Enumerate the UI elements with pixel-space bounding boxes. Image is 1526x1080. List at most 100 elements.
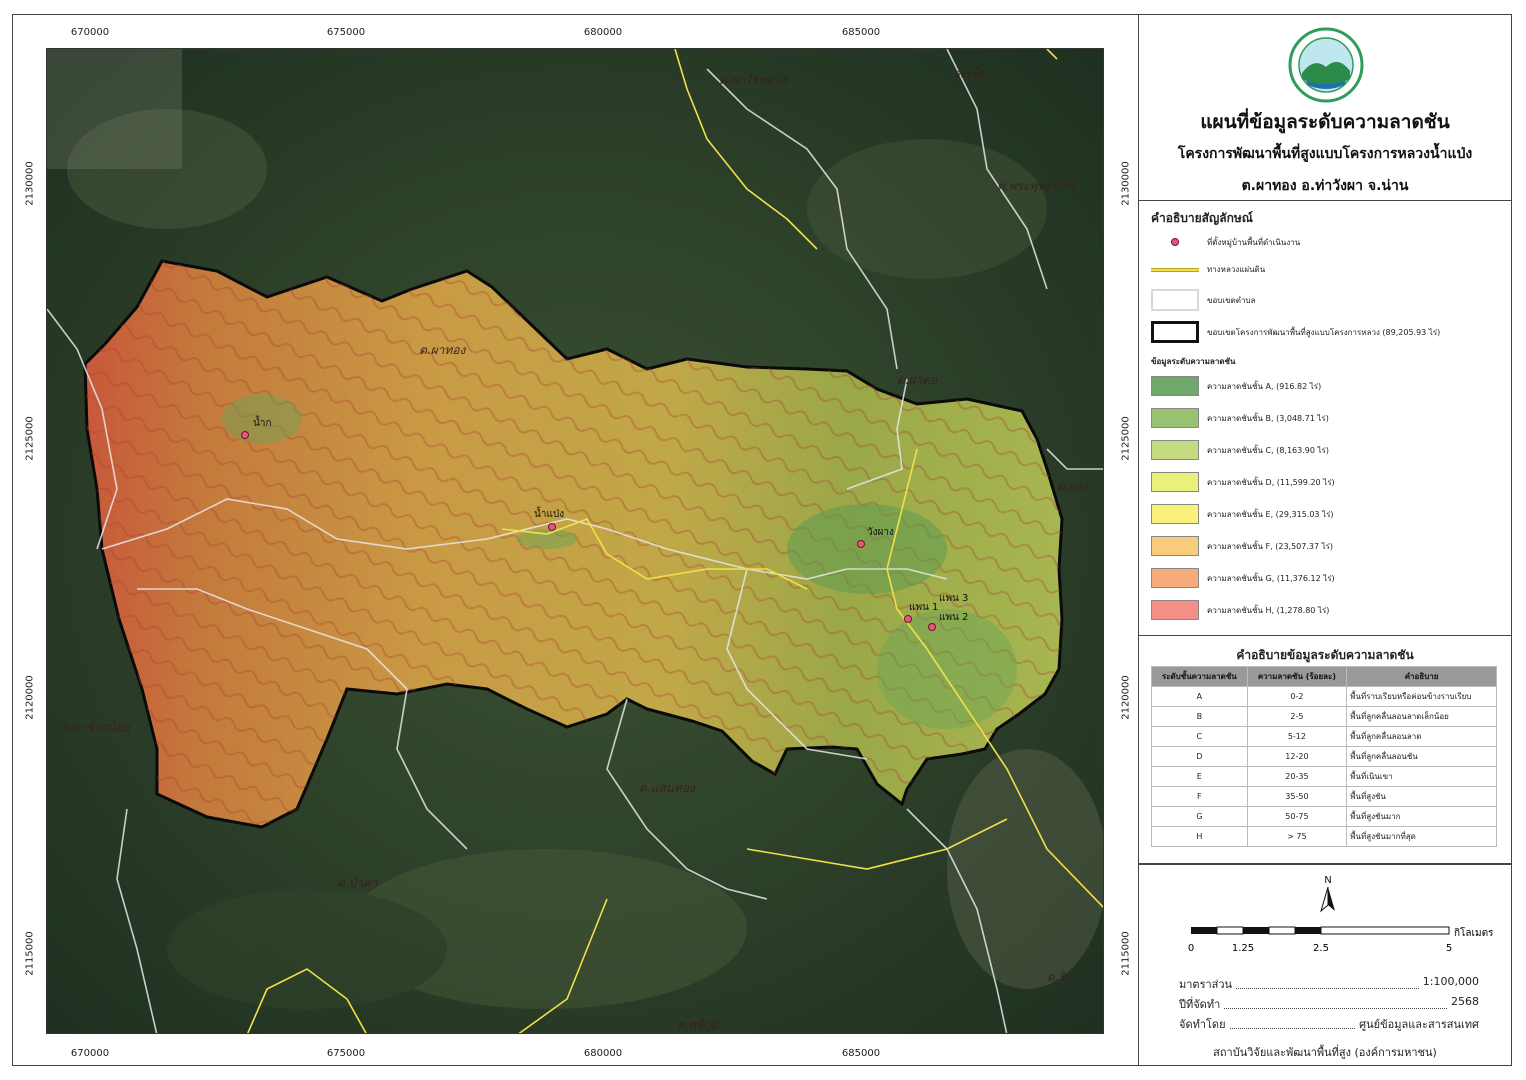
legend-item-slope-c: ความลาดชันชั้น C, (8,163.90 ไร่) [1151, 440, 1329, 460]
scale-label: 0 [1188, 943, 1194, 954]
map-view[interactable]: ต.นาไร่หลวง ต.เปือ ต.พระพุทธบาท ต.ผาทอง … [46, 48, 1104, 1034]
meta-value: ศูนย์ข้อมูลและสารสนเทศ [1359, 1018, 1479, 1031]
meta-value: 2568 [1451, 995, 1479, 1008]
y-tick: 2125000 [24, 416, 36, 461]
table-cell: A [1151, 686, 1248, 707]
legend-item-slope-e: ความลาดชันชั้น E, (29,315.03 ไร่) [1151, 504, 1334, 524]
place-label: ต.พระพุทธบาท [997, 179, 1076, 194]
table-row: D 12-20 พื้นที่ลูกคลื่นลอนชัน [1151, 746, 1497, 767]
legend-label: ความลาดชันชั้น C, (8,163.90 ไร่) [1207, 445, 1329, 455]
institute-logo [1288, 27, 1364, 103]
north-arrow-icon: N [1320, 875, 1335, 913]
meta-label: จัดทำโดย [1179, 1018, 1226, 1031]
legend-item-project-boundary: ขอบเขตโครงการพัฒนาพื้นที่สูงแบบโครงการหล… [1151, 321, 1440, 343]
scale-label: 2.5 [1313, 943, 1329, 954]
slope-swatch [1151, 600, 1199, 620]
map-subtitle-location: ต.ผาทอง อ.ท่าวังผา จ.น่าน [1241, 178, 1409, 194]
scale-unit: กิโลเมตร [1454, 926, 1494, 939]
table-row: A 0-2 พื้นที่ราบเรียบหรือค่อนข้างราบเรียบ [1151, 686, 1497, 707]
legend-item-slope-a: ความลาดชันชั้น A, (916.82 ไร่) [1151, 376, 1321, 396]
legend-label: ความลาดชันชั้น G, (11,376.12 ไร่) [1207, 573, 1335, 583]
legend-label: ขอบเขตตำบล [1207, 295, 1256, 305]
slope-swatch [1151, 440, 1199, 460]
scale-panel: N 0 1.25 2.5 5 กิโลเมตร มาตราส่วน 1:100,… [1138, 864, 1512, 1066]
legend-item-slope-f: ความลาดชันชั้น F, (23,507.37 ไร่) [1151, 536, 1333, 556]
y-tick: 2115000 [1120, 931, 1132, 976]
table-cell: พื้นที่ลูกคลื่นลอนลาดเล็กน้อย [1346, 706, 1497, 727]
table-cell: 2-5 [1246, 706, 1348, 727]
y-tick: 2130000 [1120, 161, 1132, 206]
meta-producer: จัดทำโดย ศูนย์ข้อมูลและสารสนเทศ [1179, 1015, 1479, 1033]
table-cell: E [1151, 766, 1248, 787]
place-label: ต.ผาช้างน้อย [61, 720, 131, 734]
x-tick: 685000 [841, 27, 881, 38]
table-cell: พื้นที่สูงชัน [1346, 786, 1497, 807]
table-cell: F [1151, 786, 1248, 807]
legend-label: ที่ตั้งหมู่บ้านพื้นที่ดำเนินงาน [1207, 237, 1301, 247]
place-label: ต.ริม [1047, 970, 1074, 984]
table-cell: 20-35 [1246, 766, 1348, 787]
x-tick: 680000 [583, 27, 623, 38]
boundary-symbol-icon [1151, 321, 1199, 343]
y-tick: 2130000 [24, 161, 36, 206]
place-label: ต.แงง [1057, 480, 1089, 494]
institute-name: สถาบันวิจัยและพัฒนาพื้นที่สูง (องค์การมห… [1213, 1046, 1437, 1059]
village-label: น้ำก [253, 415, 272, 429]
legend-label: ความลาดชันชั้น A, (916.82 ไร่) [1207, 381, 1322, 391]
village-label: แพน 1 [909, 602, 938, 613]
table-cell: G [1151, 806, 1248, 827]
place-label: ต.นาไร่หลวง [719, 73, 787, 87]
meta-label: มาตราส่วน [1179, 978, 1233, 991]
table-cell: > 75 [1246, 826, 1348, 847]
slope-table-panel: คำอธิบายข้อมูลระดับความลาดชัน ระดับชั้นค… [1138, 636, 1512, 864]
meta-year: ปีที่จัดทำ 2568 [1179, 995, 1479, 1013]
table-row: E 20-35 พื้นที่เนินเขา [1151, 766, 1497, 787]
village-label: น้ำแป่ง [534, 506, 564, 520]
table-row: F 35-50 พื้นที่สูงชัน [1151, 786, 1497, 807]
table-row: B 2-5 พื้นที่ลูกคลื่นลอนลาดเล็กน้อย [1151, 706, 1497, 727]
village-label: วังผาง [867, 527, 894, 538]
meta-scale: มาตราส่วน 1:100,000 [1179, 975, 1479, 993]
slope-legend-heading: ข้อมูลระดับความลาดชัน [1151, 357, 1236, 366]
place-label: ต.เปือ [955, 66, 986, 80]
place-label: ต.ผาตอ [897, 373, 938, 387]
highway-symbol-icon [1151, 267, 1199, 272]
village-label: แพน 2 [939, 612, 968, 623]
meta-label: ปีที่จัดทำ [1179, 998, 1221, 1011]
north-label: N [1324, 875, 1331, 886]
table-cell: H [1151, 826, 1248, 847]
map-subtitle-project: โครงการพัฒนาพื้นที่สูงแบบโครงการหลวงน้ำแ… [1177, 146, 1473, 162]
table-cell: 0-2 [1246, 686, 1348, 707]
table-cell: 50-75 [1246, 806, 1348, 827]
x-tick: 670000 [70, 27, 110, 38]
table-cell: พื้นที่สูงชันมากที่สุด [1346, 826, 1497, 847]
x-tick: 675000 [326, 27, 366, 38]
slope-swatch [1151, 504, 1199, 524]
legend-title: คำอธิบายสัญลักษณ์ [1151, 211, 1253, 225]
x-tick: 670000 [70, 1048, 110, 1059]
place-label: ต.ศรีภูมิ [677, 1018, 720, 1033]
table-header: ความลาดชัน (ร้อยละ) [1246, 666, 1348, 687]
legend-item-slope-b: ความลาดชันชั้น B, (3,048.71 ไร่) [1151, 408, 1329, 428]
place-label: ต.ผาทอง [419, 343, 466, 357]
village-symbol-icon [1151, 235, 1199, 249]
scale-label: 1.25 [1232, 943, 1254, 954]
slope-swatch [1151, 472, 1199, 492]
table-cell: B [1151, 706, 1248, 727]
slope-swatch [1151, 408, 1199, 428]
table-cell: 35-50 [1246, 786, 1348, 807]
table-cell: พื้นที่ราบเรียบหรือค่อนข้างราบเรียบ [1346, 686, 1497, 707]
legend-panel: คำอธิบายสัญลักษณ์ ที่ตั้งหมู่บ้านพื้นที่… [1138, 200, 1512, 636]
y-tick: 2120000 [24, 675, 36, 720]
legend-label: ความลาดชันชั้น B, (3,048.71 ไร่) [1207, 413, 1329, 423]
village-marker[interactable]: แพน 3 [939, 593, 968, 604]
legend-label: ขอบเขตโครงการพัฒนาพื้นที่สูงแบบโครงการหล… [1207, 327, 1441, 337]
table-cell: พื้นที่สูงชันมาก [1346, 806, 1497, 827]
x-tick: 675000 [326, 1048, 366, 1059]
legend-item-village: ที่ตั้งหมู่บ้านพื้นที่ดำเนินงาน [1151, 235, 1300, 249]
y-tick: 2115000 [24, 931, 36, 976]
map-title: แผนที่ข้อมูลระดับความลาดชัน [1200, 111, 1450, 133]
place-label: ต.แสนทอง [639, 781, 696, 795]
table-header: ระดับชั้นความลาดชัน [1151, 666, 1248, 687]
legend-label: ทางหลวงแผ่นดิน [1207, 265, 1266, 274]
